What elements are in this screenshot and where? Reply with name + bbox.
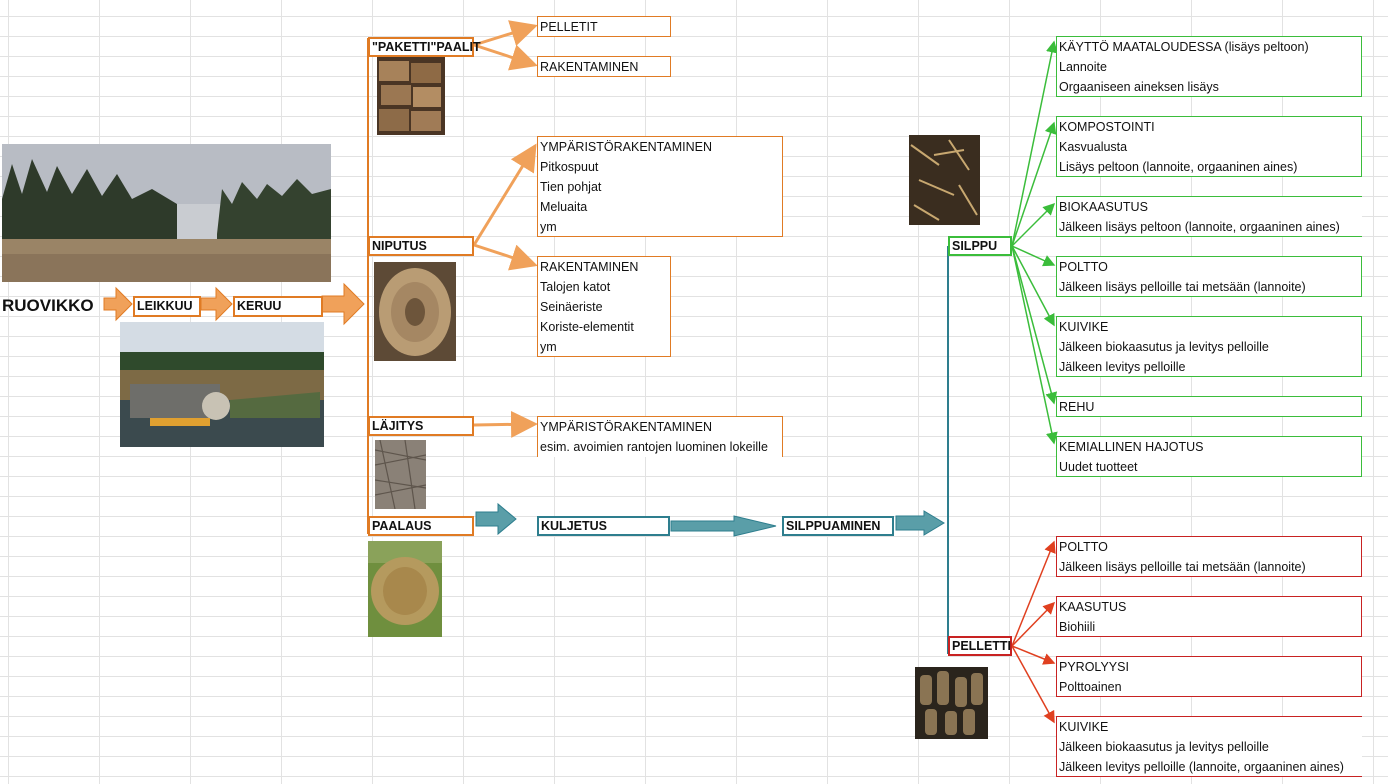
paketti-paalit-label: "PAKETTI"PAALIT xyxy=(368,37,481,57)
niputus-label: NIPUTUS xyxy=(368,236,474,256)
use-line: Seinäeriste xyxy=(540,300,603,314)
arrow-leikkuu-keruu xyxy=(200,286,233,322)
round-bale-photo xyxy=(368,541,442,637)
lajitys-pile-photo xyxy=(375,440,426,509)
use-box-biokaasutus: BIOKAASUTUS Jälkeen lisäys peltoon (lann… xyxy=(1056,196,1362,237)
arrow-ruovikko-leikkuu xyxy=(103,286,133,322)
use-line: Jälkeen biokaasutus ja levitys pelloille xyxy=(1059,340,1269,354)
use-line: Pitkospuut xyxy=(540,160,599,174)
use-line: Talojen katot xyxy=(540,280,611,294)
use-box-poltto-silppu: POLTTO Jälkeen lisäys pelloille tai mets… xyxy=(1056,256,1362,297)
use-box-rehu: REHU xyxy=(1056,396,1362,417)
pellets-photo xyxy=(915,667,988,739)
kuljetus-label: KULJETUS xyxy=(537,516,670,536)
use-box-ymparistorakentaminen: YMPÄRISTÖRAKENTAMINEN Pitkospuut Tien po… xyxy=(537,136,783,237)
use-line: Polttoainen xyxy=(1059,680,1122,694)
use-line: YMPÄRISTÖRAKENTAMINEN xyxy=(540,140,713,154)
use-line: Jälkeen levitys pelloille (lannoite, org… xyxy=(1059,760,1344,774)
keruu-label: KERUU xyxy=(233,296,323,317)
use-line: Jälkeen lisäys peltoon (lannoite, orgaan… xyxy=(1059,220,1340,234)
use-line: Jälkeen lisäys pelloille tai metsään (la… xyxy=(1059,280,1306,294)
use-line: Tien pohjat xyxy=(540,180,602,194)
use-line: Uudet tuotteet xyxy=(1059,460,1138,474)
use-box-kemiallinen: KEMIALLINEN HAJOTUS Uudet tuotteet xyxy=(1056,436,1362,477)
silppuaminen-label: SILPPUAMINEN xyxy=(782,516,894,536)
use-line: PELLETIT xyxy=(540,20,598,34)
ruovikko-label: RUOVIKKO xyxy=(2,296,94,315)
use-box-kompostointi: KOMPOSTOINTI Kasvualusta Lisäys peltoon … xyxy=(1056,116,1362,177)
use-line: REHU xyxy=(1059,400,1095,414)
use-line: Lisäys peltoon (lannoite, orgaaninen ain… xyxy=(1059,160,1298,174)
use-line: Koriste-elementit xyxy=(540,320,634,334)
leikkuu-label: LEIKKUU xyxy=(133,296,201,317)
pelletti-label: PELLETTI xyxy=(948,636,1012,656)
use-line: KOMPOSTOINTI xyxy=(1059,120,1155,134)
niputus-bundle-photo xyxy=(374,262,456,361)
use-box-kaasutus: KAASUTUS Biohiili xyxy=(1056,596,1362,637)
use-line: YMPÄRISTÖRAKENTAMINEN xyxy=(540,420,713,434)
use-line: POLTTO xyxy=(1059,540,1108,554)
use-box-lajitys: YMPÄRISTÖRAKENTAMINEN esim. avoimien ran… xyxy=(537,416,783,457)
use-line: PYROLYYSI xyxy=(1059,660,1129,674)
arrow-kuljetus-silppuaminen xyxy=(670,515,777,537)
use-box-kuivike-silppu: KUIVIKE Jälkeen biokaasutus ja levitys p… xyxy=(1056,316,1362,377)
use-box-rakentaminen-niputus: RAKENTAMINEN Talojen katot Seinäeriste K… xyxy=(537,256,671,357)
paalaus-label: PAALAUS xyxy=(368,516,474,536)
use-box-pelletit: PELLETIT xyxy=(537,16,671,37)
use-line: Lannoite xyxy=(1059,60,1107,74)
use-line: KUIVIKE xyxy=(1059,320,1109,334)
use-line: KÄYTTÖ MAATALOUDESSA (lisäys peltoon) xyxy=(1059,40,1309,54)
reed-field-photo xyxy=(2,144,331,282)
use-line: Meluaita xyxy=(540,200,588,214)
use-line: POLTTO xyxy=(1059,260,1108,274)
use-line: KEMIALLINEN HAJOTUS xyxy=(1059,440,1204,454)
silppu-label: SILPPU xyxy=(948,236,1012,256)
use-box-kuivike-pelletti: KUIVIKE Jälkeen biokaasutus ja levitys p… xyxy=(1056,716,1362,777)
use-line: KUIVIKE xyxy=(1059,720,1109,734)
use-line: KAASUTUS xyxy=(1059,600,1127,614)
use-line: ym xyxy=(540,220,557,234)
use-line: Orgaaniseen aineksen lisäys xyxy=(1059,80,1219,94)
use-box-pyrolyysi: PYROLYYSI Polttoainen xyxy=(1056,656,1362,697)
use-line: RAKENTAMINEN xyxy=(540,60,639,74)
use-line: Jälkeen biokaasutus ja levitys pelloille xyxy=(1059,740,1269,754)
arrow-paalaus-kuljetus xyxy=(475,502,517,536)
use-line: ym xyxy=(540,340,557,354)
chopped-reed-photo xyxy=(909,135,980,225)
lajitys-label: LÄJITYS xyxy=(368,416,474,436)
arrow-keruu-branch xyxy=(321,282,365,326)
use-line: Biohiili xyxy=(1059,620,1096,634)
use-box-maatalous: KÄYTTÖ MAATALOUDESSA (lisäys peltoon) La… xyxy=(1056,36,1362,97)
harvester-photo xyxy=(120,322,324,447)
use-line: RAKENTAMINEN xyxy=(540,260,639,274)
use-line: Kasvualusta xyxy=(1059,140,1128,154)
use-line: Jälkeen lisäys pelloille tai metsään (la… xyxy=(1059,560,1306,574)
use-line: Jälkeen levitys pelloille xyxy=(1059,360,1186,374)
arrow-silppuaminen-products xyxy=(895,510,945,536)
use-box-rakentaminen: RAKENTAMINEN xyxy=(537,56,671,77)
paketti-bales-photo xyxy=(377,57,445,135)
use-line: BIOKAASUTUS xyxy=(1059,200,1148,214)
use-box-poltto-pelletti: POLTTO Jälkeen lisäys pelloille tai mets… xyxy=(1056,536,1362,577)
use-line: esim. avoimien rantojen luominen lokeill… xyxy=(540,440,768,454)
